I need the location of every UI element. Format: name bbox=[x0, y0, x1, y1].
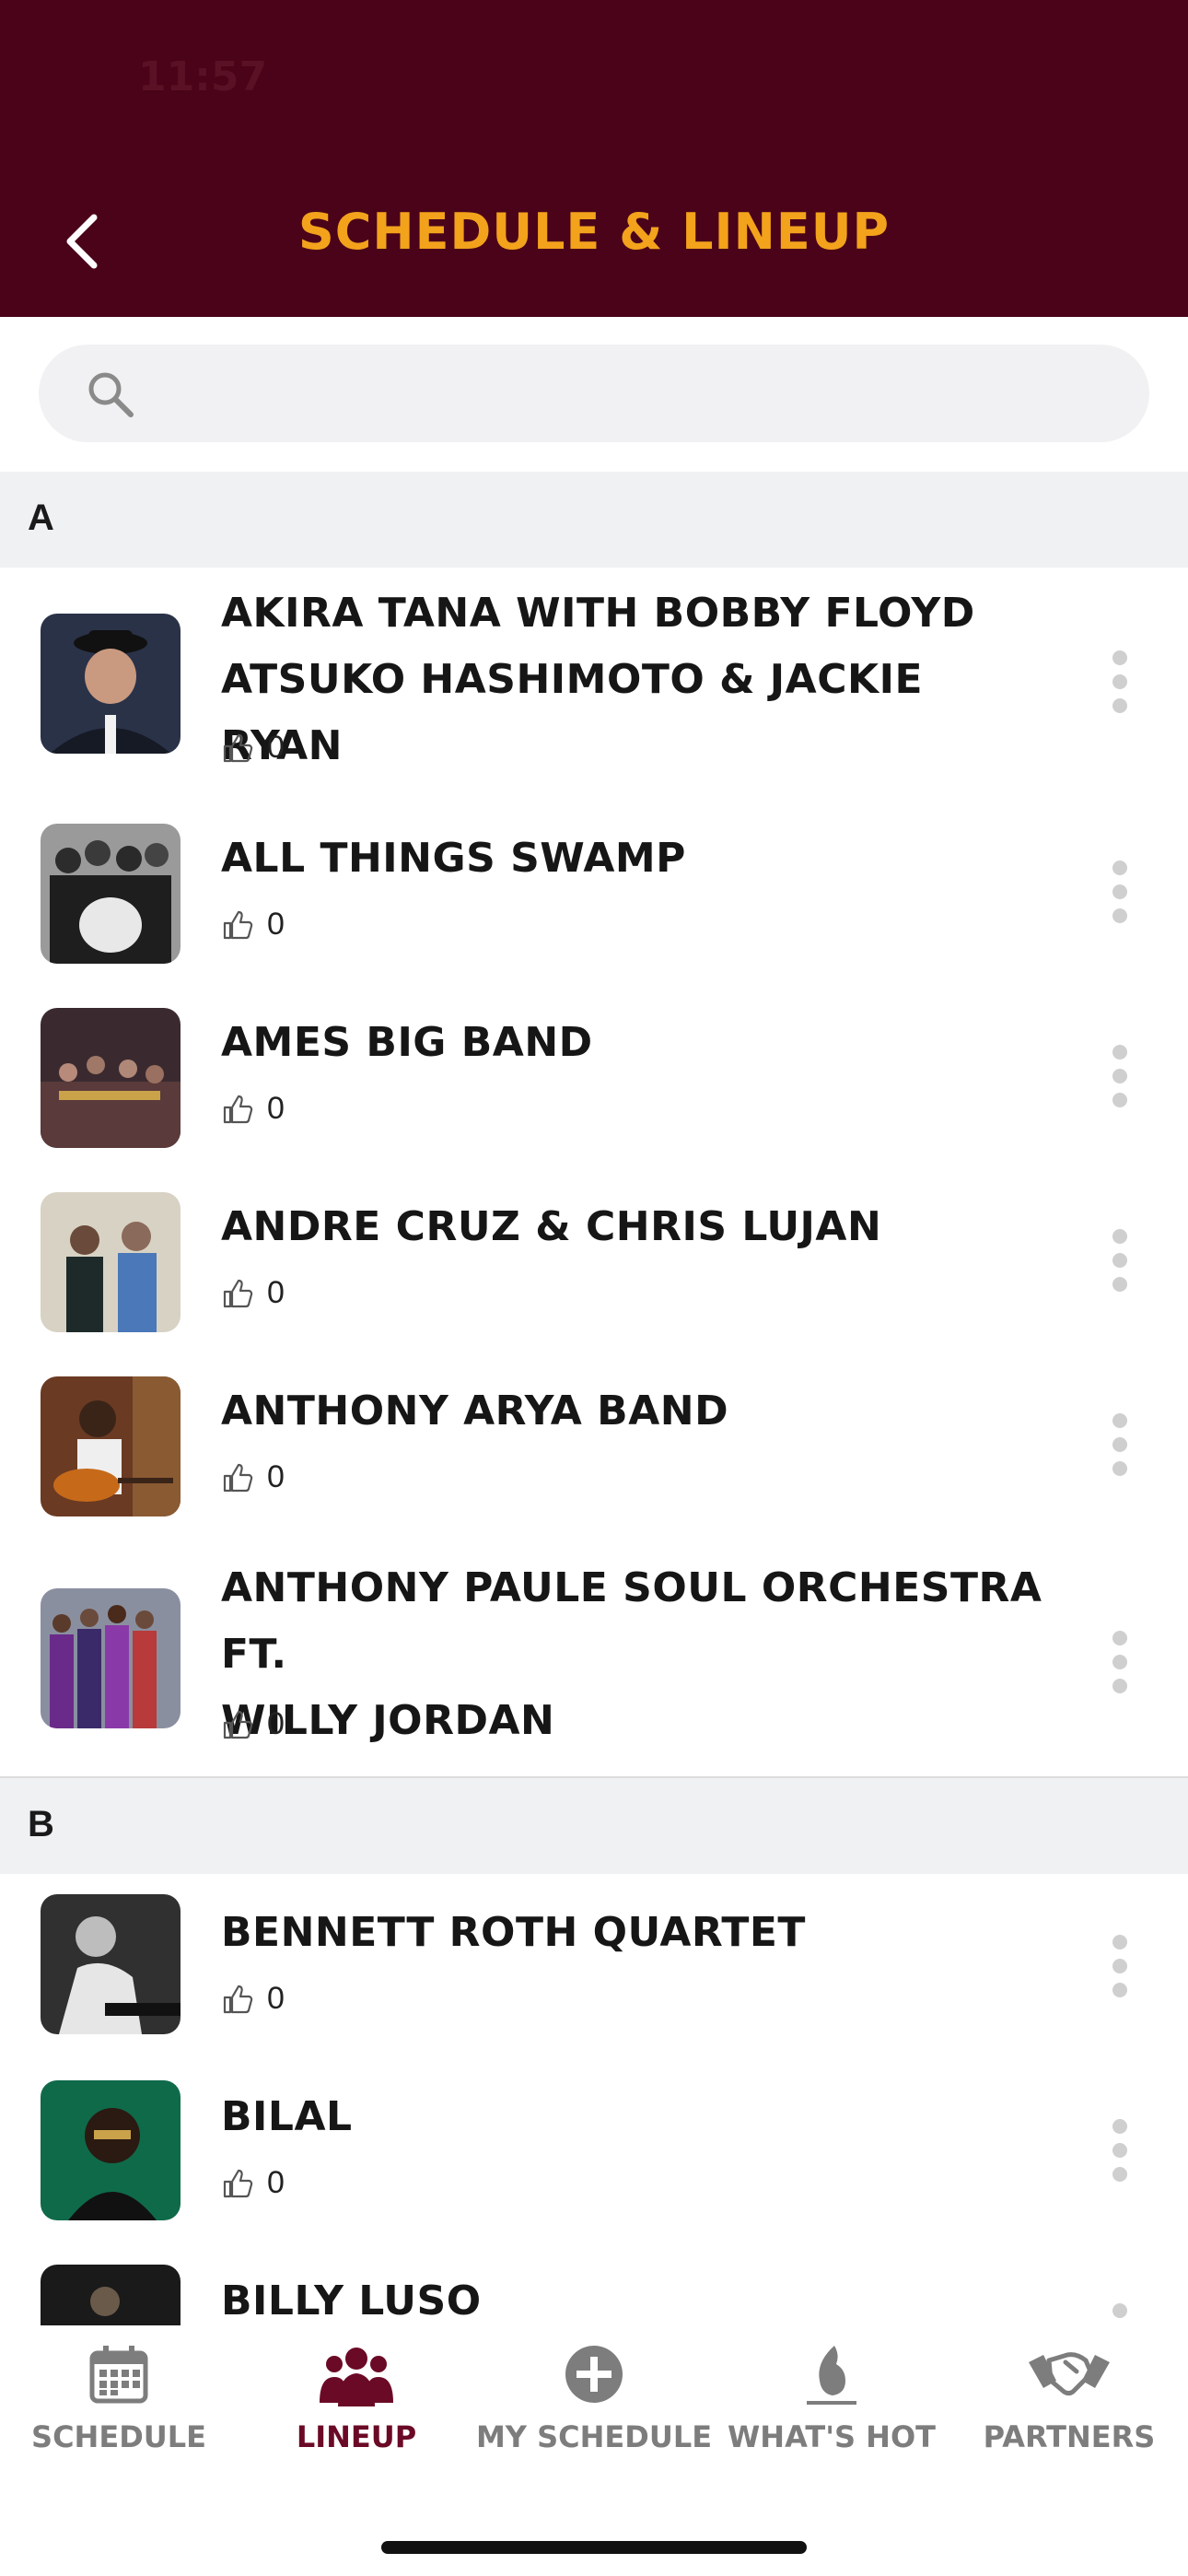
like-control[interactable]: 0 bbox=[221, 2165, 285, 2201]
artist-name-line: ALL THINGS SWAMP bbox=[221, 835, 686, 882]
thumbs-up-icon bbox=[223, 1463, 253, 1492]
more-options-button[interactable] bbox=[1105, 1045, 1135, 1107]
tab-label: LINEUP bbox=[296, 2419, 417, 2454]
tab-my-schedule[interactable]: MY SCHEDULE bbox=[475, 2342, 713, 2454]
tab-schedule[interactable]: SCHEDULE bbox=[0, 2342, 238, 2454]
more-options-button[interactable] bbox=[1105, 2119, 1135, 2182]
like-control[interactable]: 0 bbox=[221, 1706, 285, 1742]
search-bar[interactable] bbox=[39, 345, 1149, 442]
tab-label: WHAT'S HOT bbox=[728, 2419, 936, 2454]
like-control[interactable]: 0 bbox=[221, 1459, 285, 1495]
like-count: 0 bbox=[267, 1275, 285, 1310]
artist-name: AKIRA TANA WITH BOBBY FLOYD ATSUKO HASHI… bbox=[221, 580, 1050, 779]
artist-name-line: BENNETT ROTH QUARTET bbox=[221, 1909, 806, 1956]
calendar-icon bbox=[89, 2346, 148, 2404]
artist-name-line: ANDRE CRUZ & CHRIS LUJAN bbox=[221, 1203, 882, 1250]
artist-photo bbox=[41, 1894, 181, 2034]
like-control[interactable]: 0 bbox=[221, 730, 285, 766]
like-control[interactable]: 0 bbox=[221, 1275, 285, 1311]
artist-row[interactable]: ANDRE CRUZ & CHRIS LUJAN 0 bbox=[0, 1168, 1188, 1354]
artist-row[interactable]: AMES BIG BAND 0 bbox=[0, 984, 1188, 1170]
like-count: 0 bbox=[267, 2165, 285, 2200]
artist-name-line: AMES BIG BAND bbox=[221, 1019, 593, 1066]
artist-photo bbox=[41, 1376, 181, 1516]
artist-name: ALL THINGS SWAMP bbox=[221, 825, 1050, 892]
artist-row[interactable]: ANTHONY ARYA BAND 0 bbox=[0, 1352, 1188, 1539]
like-count: 0 bbox=[267, 1459, 285, 1494]
artist-name: ANTHONY PAULE SOUL ORCHESTRA FT. WILLY J… bbox=[221, 1555, 1050, 1754]
search-input[interactable] bbox=[158, 361, 1120, 427]
like-count: 0 bbox=[267, 1706, 285, 1741]
bottom-tab-bar: SCHEDULE LINEUP MY SCHEDULE WHAT'S HOT P… bbox=[0, 2325, 1188, 2576]
artist-name: BENNETT ROTH QUARTET bbox=[221, 1900, 1050, 1966]
like-count: 0 bbox=[267, 730, 285, 765]
tab-lineup[interactable]: LINEUP bbox=[238, 2342, 475, 2454]
search-icon bbox=[88, 372, 134, 417]
artist-photo bbox=[41, 1588, 181, 1728]
thumbs-up-icon bbox=[223, 910, 253, 939]
more-options-button[interactable] bbox=[1105, 1631, 1135, 1693]
more-options-button[interactable] bbox=[1105, 650, 1135, 713]
artist-row[interactable]: AKIRA TANA WITH BOBBY FLOYD ATSUKO HASHI… bbox=[0, 568, 1188, 802]
handshake-icon bbox=[1029, 2352, 1110, 2396]
artist-name-line: ANTHONY PAULE SOUL ORCHESTRA FT. bbox=[221, 1564, 1042, 1678]
artist-row[interactable]: ALL THINGS SWAMP 0 bbox=[0, 800, 1188, 986]
like-control[interactable]: 0 bbox=[221, 907, 285, 943]
thumbs-up-icon bbox=[223, 1279, 253, 1307]
more-options-button[interactable] bbox=[1105, 861, 1135, 923]
section-header-b: B bbox=[0, 1778, 1188, 1874]
flame-icon bbox=[807, 2346, 856, 2405]
artist-photo bbox=[41, 824, 181, 964]
artist-name-line: AKIRA TANA WITH BOBBY FLOYD bbox=[221, 590, 975, 637]
more-options-button[interactable] bbox=[1105, 1229, 1135, 1292]
artist-row[interactable]: ANTHONY PAULE SOUL ORCHESTRA FT. WILLY J… bbox=[0, 1537, 1188, 1778]
like-control[interactable]: 0 bbox=[221, 1981, 285, 2017]
artist-name: BILAL bbox=[221, 2084, 1050, 2150]
artist-photo bbox=[41, 2080, 181, 2220]
section-letter: B bbox=[28, 1804, 54, 1844]
like-count: 0 bbox=[267, 907, 285, 942]
app-header: 11:57 SCHEDULE & LINEUP bbox=[0, 0, 1188, 317]
artist-name: ANTHONY ARYA BAND bbox=[221, 1378, 1050, 1445]
tab-label: MY SCHEDULE bbox=[475, 2419, 713, 2454]
artist-name-line: BILAL bbox=[221, 2093, 353, 2140]
artist-row[interactable]: BENNETT ROTH QUARTET 0 bbox=[0, 1874, 1188, 2060]
artist-row[interactable]: BILAL 0 bbox=[0, 2058, 1188, 2244]
tab-label: SCHEDULE bbox=[31, 2419, 206, 2454]
artist-name: AMES BIG BAND bbox=[221, 1010, 1050, 1076]
thumbs-up-icon bbox=[223, 1710, 253, 1739]
artist-name-line: ANTHONY ARYA BAND bbox=[221, 1388, 729, 1434]
plus-circle-icon bbox=[565, 2346, 623, 2403]
tab-partners[interactable]: PARTNERS bbox=[950, 2342, 1188, 2454]
tab-whats-hot[interactable]: WHAT'S HOT bbox=[713, 2342, 950, 2454]
like-count: 0 bbox=[267, 1091, 285, 1126]
group-icon bbox=[320, 2348, 393, 2406]
thumbs-up-icon bbox=[223, 733, 253, 762]
more-options-button[interactable] bbox=[1105, 1413, 1135, 1476]
artist-photo bbox=[41, 1192, 181, 1332]
section-letter: A bbox=[28, 498, 54, 538]
artist-name: ANDRE CRUZ & CHRIS LUJAN bbox=[221, 1194, 1050, 1260]
thumbs-up-icon bbox=[223, 1985, 253, 2013]
like-count: 0 bbox=[267, 1981, 285, 2016]
home-indicator bbox=[381, 2541, 807, 2554]
artist-name-line: ATSUKO HASHIMOTO & JACKIE RYAN bbox=[221, 656, 924, 769]
tab-label: PARTNERS bbox=[983, 2419, 1156, 2454]
thumbs-up-icon bbox=[223, 2169, 253, 2197]
like-control[interactable]: 0 bbox=[221, 1091, 285, 1127]
more-options-button[interactable] bbox=[1105, 1935, 1135, 1997]
status-time: 11:57 bbox=[138, 53, 268, 100]
artist-photo bbox=[41, 1008, 181, 1148]
page-title: SCHEDULE & LINEUP bbox=[297, 203, 891, 261]
thumbs-up-icon bbox=[223, 1095, 253, 1123]
artist-name-line: WILLY JORDAN bbox=[221, 1697, 555, 1744]
section-header-a: A bbox=[0, 472, 1188, 568]
artist-photo bbox=[41, 614, 181, 754]
